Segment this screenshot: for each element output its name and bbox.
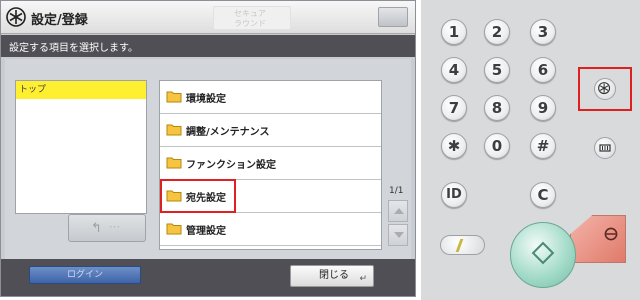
- key-7[interactable]: 7: [441, 95, 467, 121]
- instruction-text: 設定する項目を選択します。: [9, 43, 138, 54]
- key-5[interactable]: 5: [484, 57, 510, 83]
- status-monitor-button[interactable]: [378, 7, 408, 27]
- list-item-label: ファンクション設定: [186, 160, 276, 171]
- secure-round-logo: セキュア ラウンド: [213, 6, 291, 30]
- settings-icon: [6, 7, 26, 27]
- id-key[interactable]: ID: [441, 182, 467, 208]
- stop-icon: [604, 227, 618, 241]
- list-item-label: 環境設定: [186, 94, 226, 105]
- page-indicator: 1/1: [389, 186, 404, 196]
- back-arrow-icon: ↰: [91, 221, 102, 236]
- back-lines-icon: ⋯: [109, 220, 120, 233]
- settings-registration-key[interactable]: [594, 78, 616, 100]
- key-4[interactable]: 4: [441, 57, 467, 83]
- start-icon: [531, 241, 555, 265]
- list-item-label: 管理設定: [186, 226, 226, 237]
- reset-key[interactable]: [440, 235, 485, 255]
- counter-icon: [599, 144, 611, 152]
- logo-line-1: セキュア: [234, 9, 266, 18]
- folder-icon: [166, 124, 182, 136]
- counter-check-key[interactable]: [594, 137, 616, 159]
- close-button[interactable]: 閉じる ↵: [290, 265, 374, 287]
- key-9[interactable]: 9: [530, 95, 556, 121]
- settings-list: 環境設定 調整/メンテナンス ファンクション設定 宛先設定 管理設定: [159, 80, 382, 250]
- scroll-down-button[interactable]: [388, 224, 408, 246]
- back-button[interactable]: ↰ ⋯: [68, 214, 146, 242]
- key-hash[interactable]: #: [530, 133, 556, 159]
- list-item-label: 調整/メンテナンス: [186, 127, 270, 138]
- key-8[interactable]: 8: [484, 95, 510, 121]
- logo-line-2: ラウンド: [234, 19, 266, 28]
- tree-item-top[interactable]: トップ: [16, 81, 146, 99]
- enter-icon: ↵: [359, 274, 367, 284]
- key-6[interactable]: 6: [530, 57, 556, 83]
- highlight-box-destination: [160, 179, 236, 213]
- reset-icon: [455, 239, 471, 252]
- list-item-maintenance[interactable]: 調整/メンテナンス: [160, 114, 381, 147]
- list-item-function[interactable]: ファンクション設定: [160, 147, 381, 180]
- key-2[interactable]: 2: [484, 19, 510, 45]
- key-asterisk[interactable]: ✱: [441, 133, 467, 159]
- folder-icon: [166, 223, 182, 235]
- screenshot-root: 設定/登録 セキュア ラウンド 設定する項目を選択します。 トップ ↰ ⋯ 環境…: [0, 0, 640, 300]
- tree-panel: トップ: [15, 80, 147, 214]
- page-title: 設定/登録: [31, 13, 88, 28]
- folder-icon: [166, 157, 182, 169]
- start-key[interactable]: [510, 222, 576, 288]
- key-1[interactable]: 1: [441, 19, 467, 45]
- scroll-up-button[interactable]: [388, 200, 408, 222]
- down-arrow-icon: [394, 232, 404, 238]
- folder-icon: [166, 91, 182, 103]
- up-arrow-icon: [394, 208, 404, 214]
- list-item-environment[interactable]: 環境設定: [160, 81, 381, 114]
- touch-screen: 設定/登録 セキュア ラウンド 設定する項目を選択します。 トップ ↰ ⋯ 環境…: [0, 0, 416, 297]
- list-item-management[interactable]: 管理設定: [160, 213, 381, 246]
- login-button[interactable]: ログイン: [29, 266, 141, 284]
- close-label: 閉じる: [319, 270, 349, 281]
- settings-icon: [598, 82, 611, 95]
- key-3[interactable]: 3: [530, 19, 556, 45]
- key-0[interactable]: 0: [484, 133, 510, 159]
- clear-key[interactable]: C: [530, 182, 556, 208]
- title-bar: 設定/登録 セキュア ラウンド: [1, 1, 415, 34]
